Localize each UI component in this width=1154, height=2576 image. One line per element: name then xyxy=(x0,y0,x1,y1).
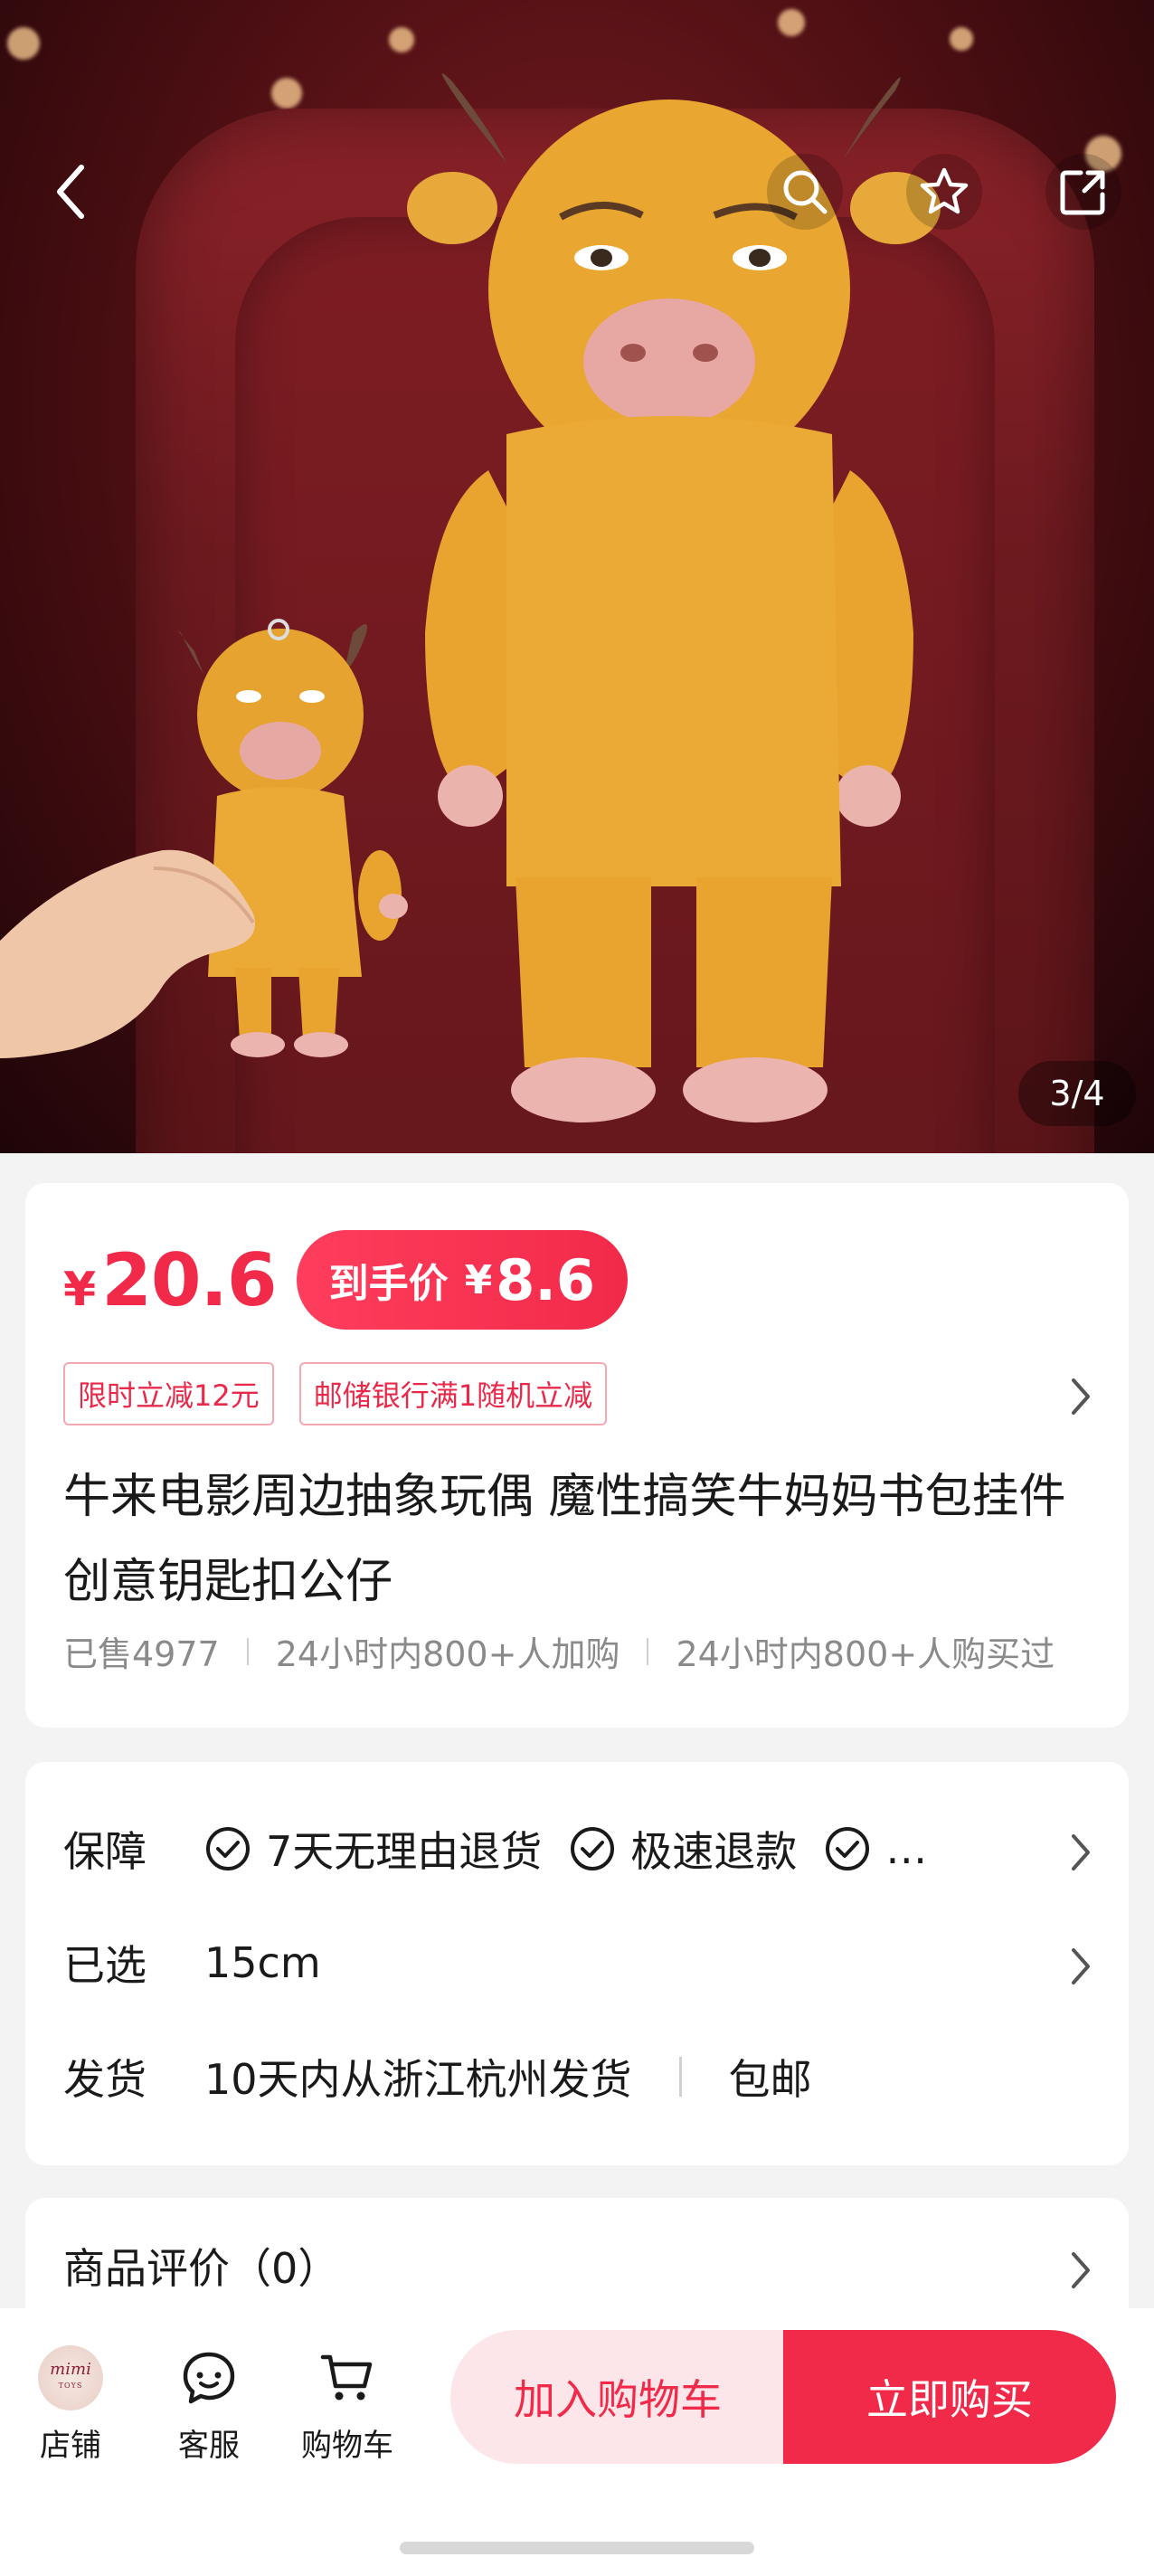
price-currency: ¥ xyxy=(63,1262,97,1317)
shipping-row: 发货 10天内从浙江杭州发货 包邮 xyxy=(63,2041,1093,2113)
product-image-carousel[interactable]: 3/4 xyxy=(0,0,1154,1153)
guarantee-item: 7天无理由退货 xyxy=(204,1819,542,1879)
image-counter: 3/4 xyxy=(1018,1061,1136,1126)
store-label: 店铺 xyxy=(40,2428,101,2464)
product-title: 牛来电影周边抽象玩偶 魔性搞笑牛妈妈书包挂件创意钥匙扣公仔 xyxy=(63,1470,1066,1609)
promo-tags[interactable]: 限时立减12元 邮储银行满1随机立减 xyxy=(63,1362,608,1425)
price-amount: 20.6 xyxy=(101,1237,277,1322)
check-circle-icon xyxy=(571,1827,615,1870)
star-icon xyxy=(920,167,969,214)
home-indicator xyxy=(400,2542,754,2554)
sold-count: 已售4977 xyxy=(63,1634,220,1674)
chevron-right-icon xyxy=(1072,1834,1090,1870)
cart-icon xyxy=(320,2354,373,2401)
selected-value: 15cm xyxy=(204,1938,321,1987)
selected-label: 已选 xyxy=(63,1941,147,1990)
shopping-cart-button[interactable]: 购物车 xyxy=(284,2343,411,2465)
store-button[interactable]: mimi TOYS 店铺 xyxy=(7,2343,134,2465)
final-price-label: 到手价 xyxy=(328,1261,449,1307)
divider xyxy=(647,1637,649,1665)
back-button[interactable] xyxy=(33,154,109,230)
store-logo-subtext: TOYS xyxy=(58,2382,83,2390)
shipping-label: 发货 xyxy=(63,2055,147,2104)
guarantee-text: 7天无理由退货 xyxy=(266,1827,543,1876)
favorite-button[interactable] xyxy=(906,154,982,230)
add-to-cart-button[interactable]: 加入购物车 xyxy=(450,2330,785,2464)
chevron-right-icon xyxy=(1072,2252,1090,2288)
price-card: ¥ 20.6 到手价 ¥ 8.6 限时立减12元 邮储银行满1随机立减 牛来电影… xyxy=(25,1183,1129,1728)
final-price-amount: 8.6 xyxy=(496,1246,596,1313)
guarantee-label: 保障 xyxy=(63,1827,147,1876)
final-price-currency: ¥ xyxy=(464,1256,493,1303)
shopping-cart-label: 购物车 xyxy=(301,2428,393,2464)
share-button[interactable] xyxy=(1045,154,1121,230)
reviews-section[interactable]: 商品评价（0） xyxy=(25,2198,1129,2325)
chevron-left-icon xyxy=(57,165,84,219)
price: ¥ 20.6 xyxy=(63,1237,278,1322)
promo-tag: 邮储银行满1随机立减 xyxy=(298,1362,608,1425)
cow-plush-toys xyxy=(0,73,941,1122)
guarantee-row[interactable]: 保障 7天无理由退货 极速退款 … xyxy=(63,1813,1093,1885)
chat-icon xyxy=(183,2352,235,2404)
selected-option-row[interactable]: 已选 15cm xyxy=(63,1927,1093,1999)
share-icon xyxy=(1060,170,1105,215)
large-cow-plush xyxy=(407,73,941,1122)
chevron-right-icon[interactable] xyxy=(1069,1377,1093,1416)
final-price-badge: 到手价 ¥ 8.6 xyxy=(296,1230,629,1330)
guarantee-item: 极速退款 xyxy=(569,1819,797,1879)
store-logo-icon: mimi TOYS xyxy=(38,2345,103,2410)
search-icon xyxy=(783,170,828,214)
buy-now-button[interactable]: 立即购买 xyxy=(783,2330,1116,2464)
shipping-value: 10天内从浙江杭州发货 xyxy=(204,2055,632,2104)
purchase-count: 24小时内800+人购买过 xyxy=(676,1634,1055,1674)
store-logo: mimi TOYS xyxy=(38,2343,103,2413)
sales-stats: 已售4977 24小时内800+人加购 24小时内800+人购买过 xyxy=(63,1626,1055,1676)
info-card: 保障 7天无理由退货 极速退款 … 已选 15cm 发货 10天内从浙江杭州发货… xyxy=(25,1762,1129,2165)
bottom-action-bar: mimi TOYS 店铺 客服 购物车 加入购物车 立即购买 xyxy=(0,2308,1154,2576)
customer-service-button[interactable]: 客服 xyxy=(146,2343,272,2465)
guarantee-text: … xyxy=(885,1824,928,1873)
customer-service-label: 客服 xyxy=(178,2428,240,2464)
small-cow-plush xyxy=(178,619,408,1057)
check-circle-icon xyxy=(206,1827,250,1870)
search-button[interactable] xyxy=(767,154,843,230)
guarantee-text: 极速退款 xyxy=(630,1827,798,1876)
store-logo-text: mimi xyxy=(50,2360,91,2379)
price-row: ¥ 20.6 到手价 ¥ 8.6 xyxy=(63,1230,629,1330)
promo-tag: 限时立减12元 xyxy=(63,1362,274,1425)
chevron-right-icon xyxy=(1072,1948,1090,1984)
reviews-title: 商品评价（0） xyxy=(63,2244,340,2293)
cart-add-count: 24小时内800+人加购 xyxy=(275,1634,620,1674)
divider xyxy=(678,2057,682,2097)
check-circle-icon xyxy=(826,1827,870,1870)
guarantee-item: … xyxy=(824,1824,927,1873)
divider xyxy=(246,1637,249,1665)
free-shipping: 包邮 xyxy=(728,2055,812,2104)
guarantee-items: 7天无理由退货 极速退款 … xyxy=(204,1819,954,1879)
